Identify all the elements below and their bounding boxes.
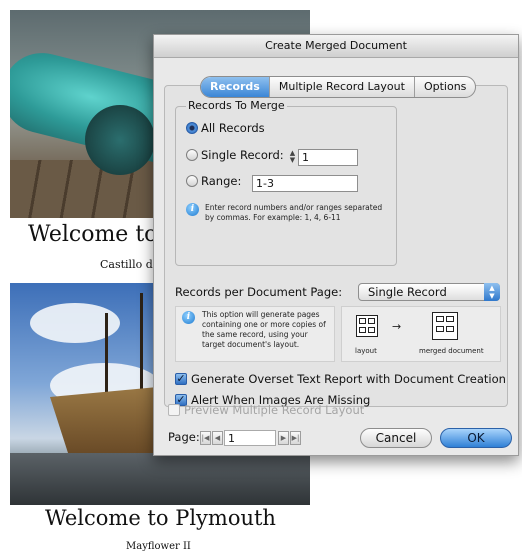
previous-page-icon[interactable]: ◀: [212, 431, 223, 445]
last-page-icon[interactable]: ▶|: [290, 431, 301, 445]
document-subheading-2: Mayflower II: [126, 541, 191, 552]
single-record-option[interactable]: Single Record:: [186, 148, 284, 162]
all-records-label: All Records: [201, 121, 265, 135]
next-page-icon[interactable]: ▶: [278, 431, 289, 445]
records-tab-pane: Records To Merge All Records Single Reco…: [164, 85, 508, 407]
tab-records[interactable]: Records: [201, 77, 269, 97]
single-record-stepper-icon[interactable]: ▲ ▼: [288, 150, 297, 165]
page-label: Page:: [168, 430, 200, 444]
range-label: Range:: [201, 174, 242, 188]
document-heading-2: Welcome to Plymouth: [45, 506, 276, 530]
range-field[interactable]: 1-3: [252, 175, 358, 192]
range-hint: i Enter record numbers and/or ranges sep…: [186, 203, 385, 223]
first-page-icon[interactable]: |◀: [200, 431, 211, 445]
records-to-merge-label: Records To Merge: [186, 99, 287, 112]
info-icon: i: [186, 203, 199, 216]
layout-grid-icon: [356, 315, 378, 337]
records-per-page-help: i This option will generate pages contai…: [175, 306, 335, 362]
records-per-page-label: Records per Document Page:: [175, 285, 343, 299]
cancel-button[interactable]: Cancel: [360, 428, 432, 448]
range-radio[interactable]: [186, 175, 198, 187]
range-hint-text: Enter record numbers and/or ranges separ…: [205, 203, 383, 222]
records-per-page-popup[interactable]: Single Record ▲ ▼: [358, 283, 500, 301]
layout-diagram: → layout merged document: [341, 306, 501, 362]
preview-layout-option[interactable]: Preview Multiple Record Layout: [168, 403, 364, 417]
tab-bar: Records Multiple Record Layout Options: [200, 76, 477, 98]
document-subheading-1: Castillo de: [100, 258, 160, 271]
popup-arrows-icon: ▲ ▼: [484, 283, 500, 301]
layout-caption: layout: [355, 347, 377, 355]
merged-document-icon: [432, 312, 458, 340]
dialog-title: Create Merged Document: [154, 35, 518, 58]
single-record-label: Single Record:: [201, 148, 284, 162]
all-records-radio[interactable]: [186, 122, 198, 134]
generate-overset-checkbox[interactable]: ✓: [175, 373, 187, 385]
tab-options[interactable]: Options: [413, 77, 475, 97]
info-icon: i: [182, 311, 195, 324]
create-merged-document-dialog: Create Merged Document Records Multiple …: [153, 34, 519, 456]
range-option[interactable]: Range:: [186, 174, 241, 188]
single-record-radio[interactable]: [186, 149, 198, 161]
document-heading-1: Welcome to: [28, 222, 158, 247]
ok-button[interactable]: OK: [440, 428, 512, 448]
records-to-merge-group: Records To Merge All Records Single Reco…: [175, 99, 397, 266]
preview-layout-label: Preview Multiple Record Layout: [184, 403, 365, 417]
preview-layout-checkbox[interactable]: [168, 404, 180, 416]
generate-overset-option[interactable]: ✓ Generate Overset Text Report with Docu…: [175, 372, 506, 386]
generate-overset-label: Generate Overset Text Report with Docume…: [191, 372, 506, 386]
all-records-option[interactable]: All Records: [186, 121, 265, 135]
merged-document-caption: merged document: [419, 347, 484, 355]
tab-multiple-record-layout[interactable]: Multiple Record Layout: [268, 77, 414, 97]
records-per-page-help-text: This option will generate pages containi…: [202, 310, 326, 349]
arrow-right-icon: →: [392, 320, 402, 333]
page-number-field[interactable]: 1: [224, 430, 276, 446]
records-per-page-value: Single Record: [368, 285, 447, 299]
single-record-field[interactable]: 1: [298, 149, 358, 166]
